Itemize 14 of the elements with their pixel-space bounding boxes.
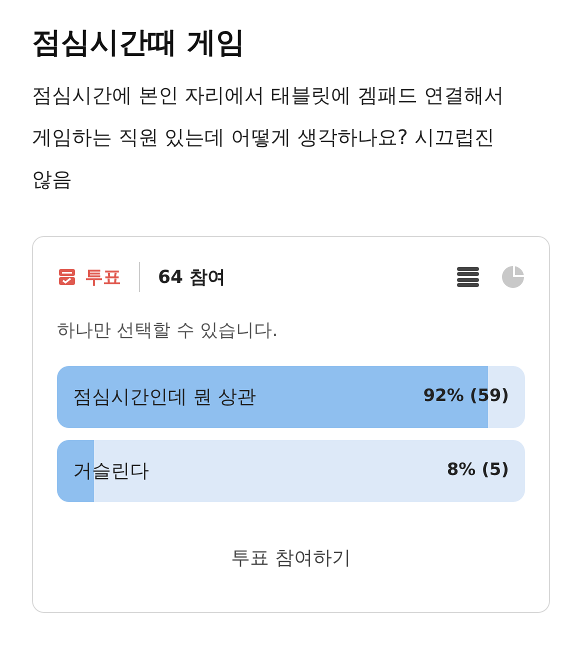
participant-count: 64 참여: [158, 266, 226, 290]
ballot-box-icon: [57, 267, 77, 287]
option-result: 92% (59): [423, 385, 509, 408]
option-label: 거슬린다: [73, 458, 149, 484]
poll-label: 투표: [85, 266, 121, 290]
poll-option[interactable]: 점심시간인데 뭔 상관 92% (59): [57, 366, 525, 428]
bar-view-icon[interactable]: [457, 266, 479, 288]
post-title: 점심시간때 게임: [32, 24, 246, 61]
vote-button[interactable]: 투표 참여하기: [222, 540, 360, 576]
option-result: 8% (5): [446, 459, 509, 482]
poll-instructions: 하나만 선택할 수 있습니다.: [57, 319, 279, 343]
post-body: 점심시간에 본인 자리에서 태블릿에 겜패드 연결해서 게임하는 직원 있는데 어떻게 생각하나요? 시끄럽진 않음: [32, 82, 505, 193]
poll-option[interactable]: 거슬린다 8% (5): [57, 440, 525, 502]
option-label: 점심시간인데 뭔 상관: [73, 384, 256, 410]
